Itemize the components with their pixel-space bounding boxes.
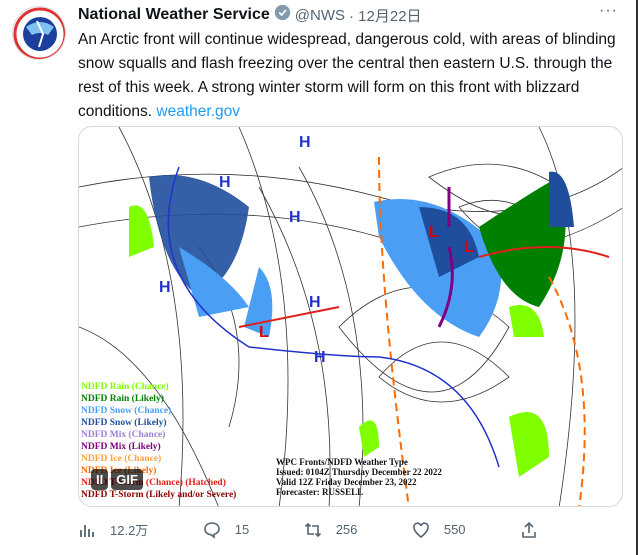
svg-text:H: H xyxy=(314,349,326,366)
heart-icon xyxy=(413,521,429,538)
more-options-icon[interactable]: ··· xyxy=(599,2,618,20)
legend-item: NDFD Mix (Chance) xyxy=(81,430,166,440)
svg-text:H: H xyxy=(159,279,171,296)
svg-text:L: L xyxy=(259,324,269,341)
legend-item: NDFD Rain (Likely) xyxy=(81,394,164,404)
gif-controls: II GIF xyxy=(91,469,143,490)
legend-item: NDFD Rain (Chance) xyxy=(81,382,169,392)
legend-item: NDFD Snow (Likely) xyxy=(81,418,167,428)
caption-line: Forecaster: RUSSELL xyxy=(276,487,364,497)
reply-icon xyxy=(203,521,220,539)
svg-text:H: H xyxy=(299,134,311,151)
analytics-icon xyxy=(80,524,94,537)
svg-text:L: L xyxy=(429,224,439,241)
svg-text:H: H xyxy=(309,294,321,311)
reply-button[interactable]: 15 xyxy=(203,520,249,539)
tweet: National Weather Service @NWS · 12月22日 ·… xyxy=(0,0,638,555)
map-caption: WPC Fronts/NDFD Weather Type Issued: 010… xyxy=(276,457,442,497)
views-button[interactable]: 12.2万 xyxy=(78,520,148,539)
tweet-date[interactable]: · 12月22日 xyxy=(349,5,422,26)
retweet-count: 256 xyxy=(335,522,358,537)
retweet-button[interactable]: 256 xyxy=(304,520,358,539)
legend-item: NDFD Mix (Likely) xyxy=(81,442,161,452)
verified-icon xyxy=(274,4,291,26)
like-button[interactable]: 550 xyxy=(412,520,466,539)
author-name[interactable]: National Weather Service xyxy=(78,6,270,24)
weather-map-gif[interactable]: H H H H H H L L L NDFD Rain (Chance) NDFD Rain (… xyxy=(78,126,623,507)
tweet-text: An Arctic front will continue widespread… xyxy=(78,28,623,124)
caption-line: WPC Fronts/NDFD Weather Type xyxy=(276,457,408,467)
svg-text:H: H xyxy=(289,209,301,226)
tweet-actions: 12.2万 15 256 550 xyxy=(78,520,538,539)
svg-text:L: L xyxy=(464,239,474,256)
avatar[interactable] xyxy=(12,6,66,60)
caption-line: Issued: 0104Z Thursday December 22 2022 xyxy=(276,467,442,477)
legend-item: NDFD Ice (Chance) xyxy=(81,454,162,464)
svg-text:H: H xyxy=(219,174,231,191)
legend-item: NDFD Snow (Chance) xyxy=(81,406,172,416)
gif-badge: GIF xyxy=(111,469,143,490)
share-icon xyxy=(522,521,536,538)
author-handle[interactable]: @NWS xyxy=(295,7,345,24)
reply-count: 15 xyxy=(234,522,250,537)
tweet-link[interactable]: weather.gov xyxy=(156,103,240,120)
caption-line: Valid 12Z Friday December 23, 2022 xyxy=(276,477,417,487)
pause-button[interactable]: II xyxy=(91,469,109,490)
retweet-icon xyxy=(304,522,321,537)
legend-item: NDFD T-Storm (Likely and/or Severe) xyxy=(81,490,237,500)
views-count: 12.2万 xyxy=(110,523,149,538)
tweet-header: National Weather Service @NWS · 12月22日 xyxy=(78,4,422,26)
like-count: 550 xyxy=(443,522,466,537)
share-button[interactable] xyxy=(520,520,538,539)
